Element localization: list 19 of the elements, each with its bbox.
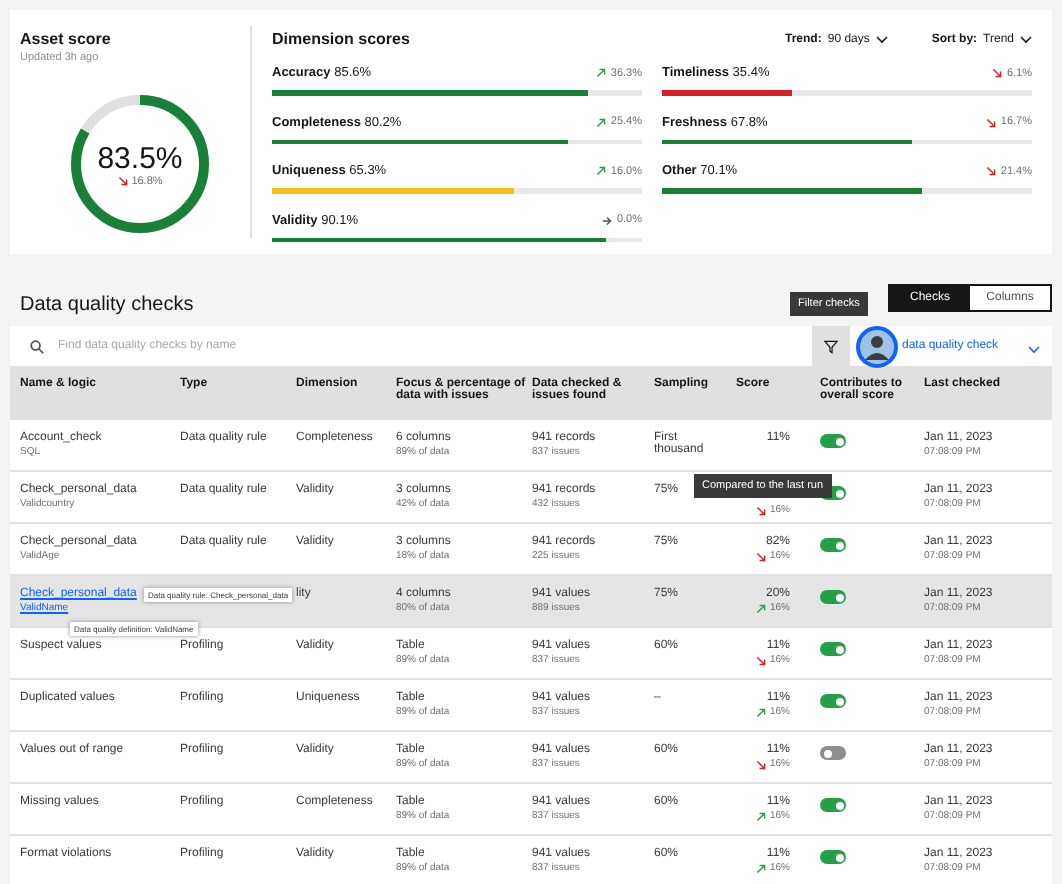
toggle-switch[interactable] xyxy=(820,590,846,604)
card-title: Asset score xyxy=(20,30,113,48)
section-title: Data quality checks xyxy=(20,293,194,315)
toggle-switch[interactable] xyxy=(820,642,846,656)
score-value: 83.5% xyxy=(97,141,183,175)
chevron-down-icon xyxy=(1020,35,1032,43)
toggle-switch[interactable] xyxy=(820,694,846,708)
filter-button[interactable] xyxy=(812,326,850,366)
avatar xyxy=(856,325,898,367)
toggle-switch[interactable] xyxy=(820,850,846,864)
toggle-switch[interactable] xyxy=(820,434,846,448)
toggle-switch[interactable] xyxy=(820,538,846,552)
chevron-down-icon xyxy=(1028,346,1040,354)
chevron-down-icon xyxy=(875,35,888,43)
search-icon xyxy=(30,339,44,353)
toggle-switch[interactable] xyxy=(820,746,846,760)
toggle-switch[interactable] xyxy=(820,798,846,812)
filter-icon xyxy=(824,339,838,353)
card-title: Dimension scores xyxy=(272,30,412,48)
